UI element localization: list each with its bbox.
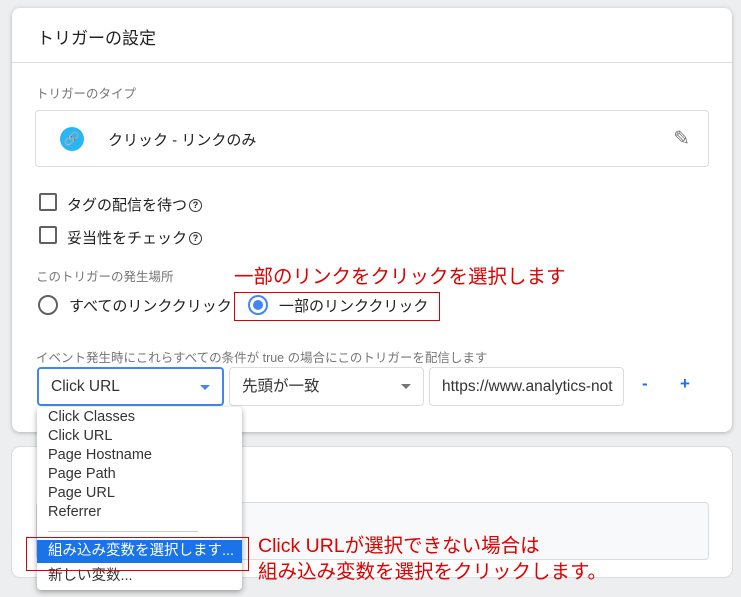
operator-select[interactable]: 先頭が一致	[229, 367, 424, 406]
radio-some-links[interactable]	[248, 295, 268, 315]
menu-item[interactable]: Page URL	[48, 485, 115, 502]
caret-down-icon	[200, 385, 210, 390]
help-icon[interactable]: ?	[189, 199, 202, 212]
annotation-text: Click URLが選択できない場合は	[258, 535, 540, 557]
menu-item[interactable]: Click URL	[48, 428, 112, 445]
operator-value: 先頭が一致	[242, 378, 320, 395]
menu-divider	[48, 531, 198, 532]
add-condition-button[interactable]: +	[680, 374, 690, 394]
condition-label: イベント発生時にこれらすべての条件が true の場合にこのトリガーを配信します	[36, 351, 488, 365]
help-icon[interactable]: ?	[189, 232, 202, 245]
divider	[12, 62, 732, 63]
variable-select[interactable]: Click URL	[37, 367, 224, 406]
card-title: トリガーの設定	[37, 29, 156, 48]
caret-down-icon	[401, 384, 411, 389]
checkbox-check-validation[interactable]	[39, 226, 57, 244]
menu-item[interactable]: Click Classes	[48, 409, 135, 426]
trigger-type-label: トリガーのタイプ	[36, 87, 137, 101]
menu-item[interactable]: Page Path	[48, 466, 116, 483]
checkbox-label: タグの配信を待つ	[67, 197, 188, 214]
checkbox-label: 妥当性をチェック	[67, 230, 188, 247]
link-icon: 🔗	[60, 127, 84, 151]
annotation-box	[26, 537, 249, 571]
radio-all-links[interactable]	[38, 295, 58, 315]
pencil-icon[interactable]: ✎	[673, 126, 690, 151]
value-input[interactable]: https://www.analytics-not	[429, 367, 624, 406]
radio-label: 一部のリンククリック	[279, 298, 429, 315]
radio-label: すべてのリンククリック	[69, 298, 232, 315]
annotation-text: 組み込み変数を選択をクリックします。	[258, 561, 608, 583]
menu-item[interactable]: Page Hostname	[48, 447, 152, 464]
fire-on-label: このトリガーの発生場所	[36, 270, 174, 284]
trigger-config-card: トリガーの設定 トリガーのタイプ 🔗 クリック - リンクのみ ✎ タグの配信を…	[12, 8, 732, 432]
annotation-text: 一部のリンクをクリックを選択します	[234, 266, 566, 288]
trigger-type-value: クリック - リンクのみ	[108, 132, 257, 149]
menu-item[interactable]: Referrer	[48, 504, 101, 521]
variable-value: Click URL	[51, 378, 120, 395]
checkbox-wait-for-tags[interactable]	[39, 193, 57, 211]
remove-condition-button[interactable]: -	[642, 374, 648, 394]
trigger-type-box[interactable]: 🔗 クリック - リンクのみ ✎	[35, 110, 709, 167]
